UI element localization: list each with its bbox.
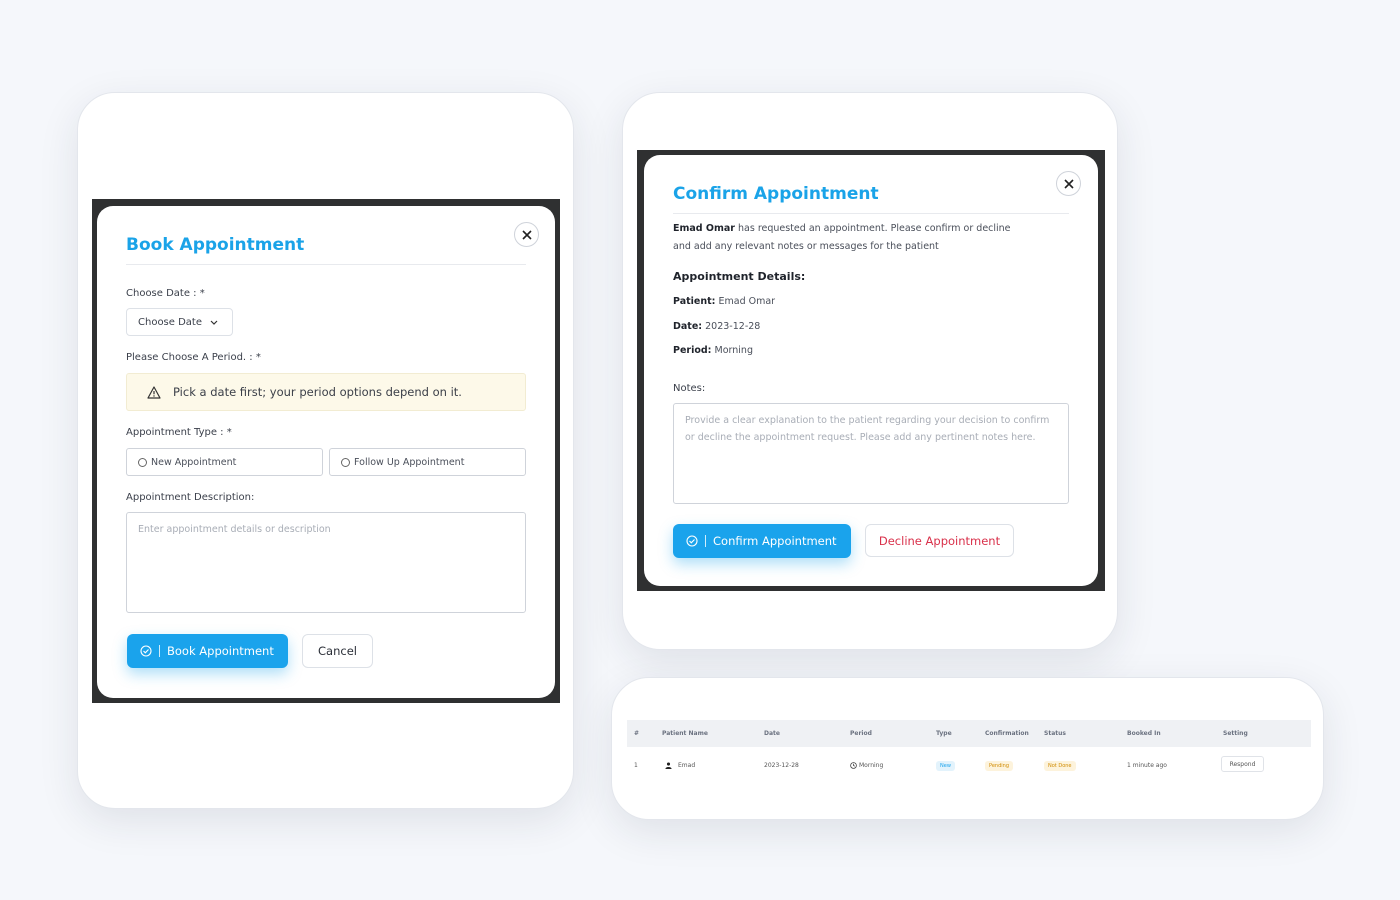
patient-name: Emad [678,762,696,769]
table-header: # Patient Name Date Period Type Confirma… [627,720,1311,747]
type-label: Appointment Type : * [126,427,232,438]
notes-label: Notes: [673,383,706,394]
cell-period: Morning [850,762,883,769]
cell-patient: Emad [665,762,695,769]
period-value: Morning [859,762,884,769]
button-separator [705,535,706,547]
radio-label: Follow Up Appointment [354,456,465,468]
description-textarea[interactable]: Enter appointment details or description [126,512,526,613]
cell-date: 2023-12-28 [764,762,799,769]
cell-index: 1 [634,762,638,769]
intro-text-line2: and add any relevant notes or messages f… [673,241,939,252]
close-button[interactable] [1056,171,1081,196]
confirm-appointment-button-label: Confirm Appointment [713,534,837,548]
radio-circle [138,457,147,467]
detail-value: Emad Omar [718,296,776,307]
period-label: Please Choose A Period. : * [126,352,261,363]
header-patient-name: Patient Name [662,730,708,737]
modal-overlay: Confirm Appointment Emad Omar has reques… [637,150,1105,591]
modal-title: Confirm Appointment [673,184,879,204]
radio-new-appointment[interactable]: New Appointment [126,448,323,476]
decline-appointment-button[interactable]: Decline Appointment [865,524,1014,557]
chevron-down-icon [210,320,218,325]
choose-date-dropdown[interactable]: Choose Date [126,308,233,336]
book-appointment-card: Book Appointment Choose Date : * Choose … [77,92,574,809]
header-booked-in: Booked In [1127,730,1161,737]
check-circle-icon [140,645,152,657]
close-button[interactable] [514,222,539,247]
cell-booked-in: 1 minute ago [1127,762,1167,769]
intro-text: Emad Omar has requested an appointment. … [673,223,1011,234]
title-divider [673,213,1069,214]
status-badge: Not Done [1044,761,1076,771]
detail-value: 2023-12-28 [705,321,761,332]
detail-label: Period: [673,345,712,356]
header-type: Type [936,730,952,737]
radio-circle [341,457,350,467]
detail-period: Period: Morning [673,345,753,356]
button-separator [159,645,160,657]
confirm-appointment-modal: Confirm Appointment Emad Omar has reques… [644,155,1098,586]
clock-icon [850,762,857,769]
notes-textarea[interactable]: Provide a clear explanation to the patie… [673,403,1069,504]
close-icon [521,229,532,240]
book-appointment-button-label: Book Appointment [167,644,274,658]
date-label: Choose Date : * [126,288,205,299]
choose-date-label: Choose Date [138,316,202,328]
details-heading: Appointment Details: [673,270,806,283]
detail-value: Morning [714,345,753,356]
confirmation-badge: Pending [985,761,1013,771]
period-alert-text: Pick a date first; your period options d… [173,385,462,399]
type-badge: New [936,761,955,771]
intro-rest: has requested an appointment. Please con… [734,223,1011,234]
confirm-appointment-button[interactable]: Confirm Appointment [673,524,851,558]
detail-label: Patient: [673,296,716,307]
confirm-appointment-card: Confirm Appointment Emad Omar has reques… [622,92,1118,650]
header-period: Period [850,730,872,737]
respond-button[interactable]: Respond [1221,756,1264,772]
radio-label: New Appointment [151,456,237,468]
warning-icon [147,385,161,399]
modal-overlay: Book Appointment Choose Date : * Choose … [92,199,560,703]
user-icon [665,762,672,769]
modal-title: Book Appointment [126,235,305,255]
detail-date: Date: 2023-12-28 [673,321,760,332]
description-label: Appointment Description: [126,492,255,503]
appointments-table-card: # Patient Name Date Period Type Confirma… [611,677,1324,820]
close-icon [1063,178,1074,189]
book-appointment-modal: Book Appointment Choose Date : * Choose … [97,206,555,698]
header-date: Date [764,730,780,737]
radio-follow-up-appointment[interactable]: Follow Up Appointment [329,448,526,476]
period-alert: Pick a date first; your period options d… [126,373,526,411]
header-status: Status [1044,730,1066,737]
header-setting: Setting [1223,730,1248,737]
cancel-button[interactable]: Cancel [302,634,373,668]
requester-name: Emad Omar [673,223,735,234]
detail-label: Date: [673,321,703,332]
title-divider [126,264,526,265]
header-index: # [634,730,640,737]
book-appointment-button[interactable]: Book Appointment [127,634,288,668]
header-confirmation: Confirmation [985,730,1029,737]
detail-patient: Patient: Emad Omar [673,296,775,307]
check-circle-icon [686,535,698,547]
